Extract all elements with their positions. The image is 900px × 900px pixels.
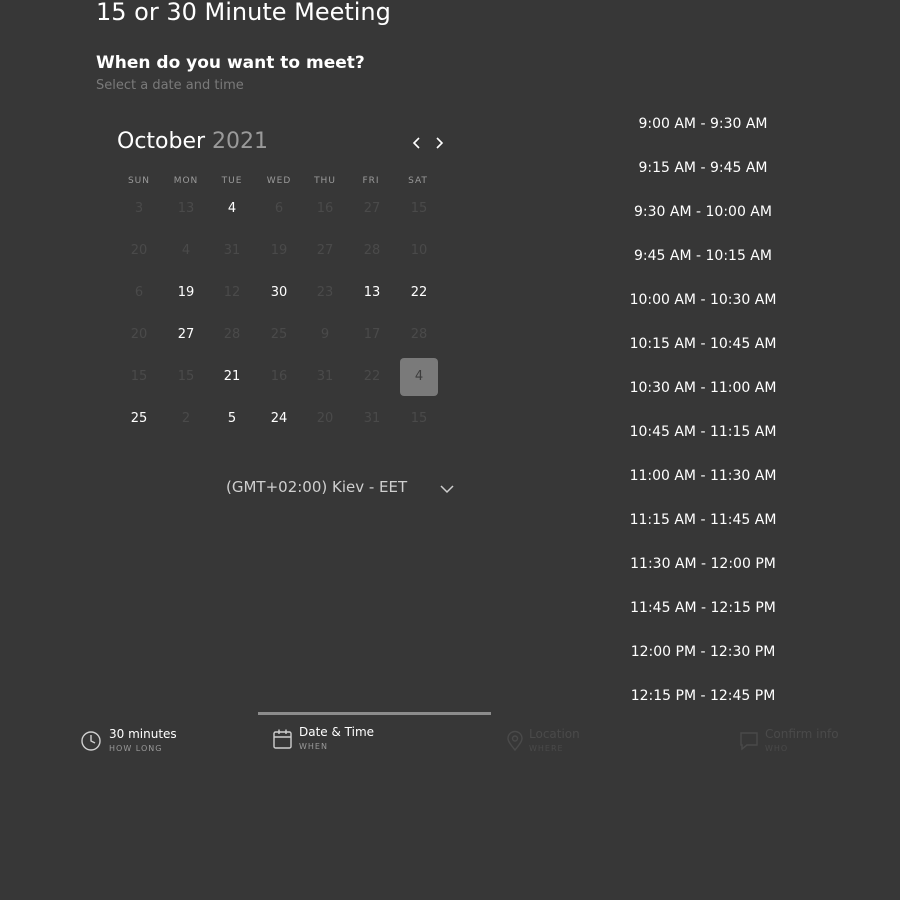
- calendar-day: 4: [181, 243, 191, 258]
- time-slot-button[interactable]: 11:45 AM - 12:15 PM: [600, 588, 806, 628]
- calendar-day: 20: [316, 411, 334, 426]
- calendar-day: 31: [316, 369, 334, 384]
- weekday-label: SUN: [127, 176, 151, 186]
- step-confirm-sub: WHO: [765, 744, 789, 753]
- calendar-day: 15: [410, 411, 428, 426]
- timezone-select[interactable]: (GMT+02:00) Kiev - EET: [226, 478, 407, 496]
- calendar-day: 19: [270, 243, 288, 258]
- time-slot-button[interactable]: 10:15 AM - 10:45 AM: [600, 324, 806, 364]
- time-slot-button[interactable]: 12:00 PM - 12:30 PM: [600, 632, 806, 672]
- step-location-label: Location: [529, 727, 580, 741]
- time-slot-button[interactable]: 10:45 AM - 11:15 AM: [600, 412, 806, 452]
- calendar-day: 10: [410, 243, 428, 258]
- calendar-day: 28: [363, 243, 381, 258]
- calendar-icon: [273, 729, 292, 749]
- calendar-day: 27: [363, 201, 381, 216]
- section-subtitle: Select a date and time: [96, 78, 244, 93]
- time-slot-button[interactable]: 12:15 PM - 12:45 PM: [600, 676, 806, 716]
- calendar-day: 16: [270, 369, 288, 384]
- calendar-day: 9: [320, 327, 330, 342]
- calendar-day: 3: [134, 201, 144, 216]
- step-date-time-label: Date & Time: [299, 725, 375, 739]
- calendar-day: 31: [223, 243, 241, 258]
- calendar-day: 28: [223, 327, 241, 342]
- calendar-day: 15: [410, 201, 428, 216]
- chevron-down-icon: [440, 485, 454, 494]
- calendar-day: 2: [181, 411, 191, 426]
- next-month-button[interactable]: [430, 134, 448, 152]
- time-slot-button[interactable]: 11:30 AM - 12:00 PM: [600, 544, 806, 584]
- clock-icon: [81, 731, 101, 751]
- calendar-day: 31: [363, 411, 381, 426]
- calendar-day: 28: [410, 327, 428, 342]
- weekday-label: MON: [173, 176, 199, 186]
- calendar-month: October: [117, 129, 206, 154]
- weekday-label: TUE: [221, 176, 243, 186]
- calendar-day: 12: [223, 285, 241, 300]
- calendar-day: 16: [316, 201, 334, 216]
- calendar-day[interactable]: 13: [353, 274, 391, 312]
- section-heading: When do you want to meet?: [96, 53, 365, 73]
- booking-page: 15 or 30 Minute Meeting When do you want…: [0, 0, 900, 900]
- page-title: 15 or 30 Minute Meeting: [96, 0, 391, 26]
- step-duration-sub: HOW LONG: [109, 744, 163, 753]
- calendar-day: 6: [134, 285, 144, 300]
- time-slot-button[interactable]: 9:15 AM - 9:45 AM: [600, 148, 806, 188]
- step-confirm-label: Confirm info: [765, 727, 839, 741]
- calendar-year: 2021: [212, 129, 269, 154]
- calendar-month-year: October 2021: [117, 129, 268, 154]
- location-pin-icon: [507, 730, 523, 752]
- time-slot-button[interactable]: 9:00 AM - 9:30 AM: [600, 104, 806, 144]
- calendar-day: 27: [316, 243, 334, 258]
- calendar-day: 6: [274, 201, 284, 216]
- calendar-day[interactable]: 24: [260, 400, 298, 438]
- calendar-day: 25: [270, 327, 288, 342]
- calendar-day: 22: [363, 369, 381, 384]
- chevron-left-icon: [412, 137, 420, 149]
- calendar-day[interactable]: 4: [213, 190, 251, 228]
- chat-icon: [740, 732, 758, 751]
- calendar-day: 13: [177, 201, 195, 216]
- step-duration-label: 30 minutes: [109, 727, 177, 741]
- time-slot-button[interactable]: 11:15 AM - 11:45 AM: [600, 500, 806, 540]
- calendar-day[interactable]: 5: [213, 400, 251, 438]
- weekday-label: THU: [314, 176, 336, 186]
- weekday-label: WED: [266, 176, 292, 186]
- calendar-day[interactable]: 22: [400, 274, 438, 312]
- calendar-day: 15: [130, 369, 148, 384]
- calendar-day-selected[interactable]: 4: [400, 358, 438, 396]
- previous-month-button[interactable]: [408, 134, 426, 152]
- step-location-sub: WHERE: [529, 744, 564, 753]
- timezone-dropdown-toggle[interactable]: [438, 481, 456, 500]
- calendar-day[interactable]: 30: [260, 274, 298, 312]
- calendar-day: 17: [363, 327, 381, 342]
- calendar-day: 23: [316, 285, 334, 300]
- calendar-day[interactable]: 25: [120, 400, 158, 438]
- chevron-right-icon: [436, 137, 444, 149]
- step-date-time-sub: WHEN: [299, 742, 328, 751]
- weekday-label: SAT: [408, 176, 428, 186]
- time-slot-button[interactable]: 10:00 AM - 10:30 AM: [600, 280, 806, 320]
- time-slot-button[interactable]: 10:30 AM - 11:00 AM: [600, 368, 806, 408]
- calendar-day[interactable]: 27: [167, 316, 205, 354]
- calendar-day[interactable]: 21: [213, 358, 251, 396]
- calendar-day: 20: [130, 243, 148, 258]
- time-slot-button[interactable]: 11:00 AM - 11:30 AM: [600, 456, 806, 496]
- time-slot-button[interactable]: 9:45 AM - 10:15 AM: [600, 236, 806, 276]
- calendar-day: 20: [130, 327, 148, 342]
- calendar-day[interactable]: 19: [167, 274, 205, 312]
- weekday-label: FRI: [362, 176, 380, 186]
- active-step-indicator: [258, 712, 491, 715]
- calendar-day: 15: [177, 369, 195, 384]
- time-slot-button[interactable]: 9:30 AM - 10:00 AM: [600, 192, 806, 232]
